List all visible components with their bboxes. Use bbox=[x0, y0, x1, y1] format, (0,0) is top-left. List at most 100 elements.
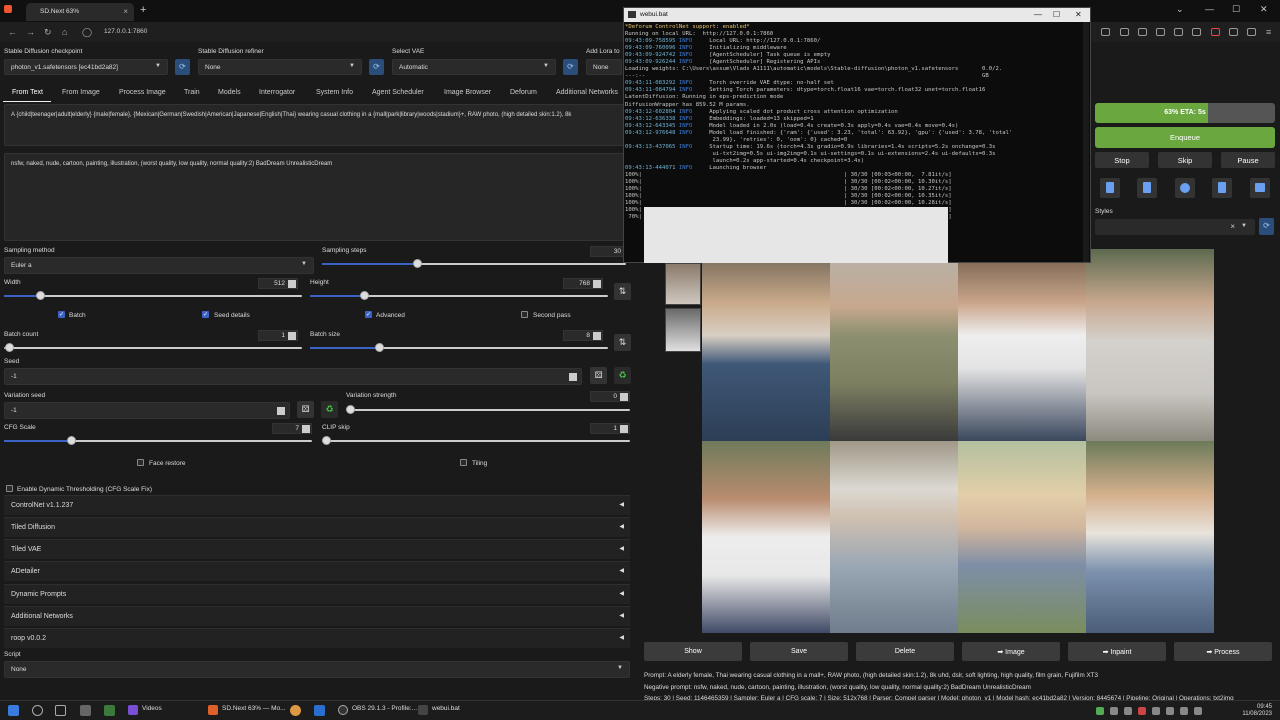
stepper-icon[interactable] bbox=[288, 280, 296, 288]
tab-system-info[interactable]: System Info bbox=[316, 89, 353, 101]
gallery-image[interactable] bbox=[702, 249, 830, 441]
gallery-image[interactable] bbox=[958, 249, 1086, 441]
height-input[interactable]: 768 bbox=[563, 278, 603, 289]
refiner-select[interactable]: None ▼ bbox=[198, 59, 362, 75]
extension-icon[interactable] bbox=[1101, 28, 1110, 36]
console-window[interactable]: webui.bat — ☐ ✕ *Deforum ControlNet supp… bbox=[623, 7, 1091, 263]
app-icon[interactable] bbox=[104, 705, 115, 716]
height-slider[interactable] bbox=[310, 295, 608, 297]
send-to-image-button[interactable]: ➡ Image bbox=[962, 642, 1060, 661]
seed-input[interactable]: -1 bbox=[4, 368, 582, 385]
refresh-icon[interactable]: ⟳ bbox=[175, 59, 190, 75]
prompt-input[interactable]: A {child|teenager|adult|elderly} {male|f… bbox=[4, 104, 624, 146]
accordion-adetailer[interactable]: ADetailer ◀ bbox=[4, 561, 630, 581]
new-tab-icon[interactable]: + bbox=[140, 4, 146, 16]
seed-details-checkbox[interactable]: ✓ bbox=[202, 311, 209, 318]
second-pass-checkbox[interactable] bbox=[521, 311, 528, 318]
network-button[interactable] bbox=[1175, 178, 1195, 198]
tray-icon[interactable] bbox=[1166, 707, 1174, 715]
taskbar-item-webui[interactable]: webui.bat bbox=[418, 705, 460, 717]
gallery-image[interactable] bbox=[1086, 441, 1214, 633]
stepper-icon[interactable] bbox=[593, 280, 601, 288]
browser-tab[interactable]: SD.Next 63% × bbox=[26, 3, 134, 21]
extension-icon[interactable] bbox=[1211, 28, 1220, 36]
sampling-method-select[interactable]: Euler a ▼ bbox=[4, 257, 314, 274]
skip-button[interactable]: Skip bbox=[1158, 152, 1212, 168]
dynamic-thresholding-checkbox[interactable] bbox=[6, 485, 13, 492]
stepper-icon[interactable] bbox=[569, 373, 577, 381]
stepper-icon[interactable] bbox=[620, 393, 628, 401]
tab-interrogator[interactable]: Interrogator bbox=[259, 89, 295, 101]
reuse-variation-seed-icon[interactable]: ♻ bbox=[321, 401, 338, 418]
menu-icon[interactable]: ≡ bbox=[1266, 27, 1271, 37]
reuse-seed-icon[interactable]: ♻ bbox=[614, 367, 631, 384]
tray-icon[interactable] bbox=[1152, 707, 1160, 715]
batch-checkbox[interactable]: ✓ bbox=[58, 311, 65, 318]
extension-icon[interactable] bbox=[1174, 28, 1183, 36]
save-style-button[interactable] bbox=[1250, 178, 1270, 198]
gallery-image[interactable] bbox=[702, 441, 830, 633]
tab-from-text[interactable]: From Text bbox=[12, 89, 43, 101]
stepper-icon[interactable] bbox=[277, 407, 285, 415]
batch-count-thumb[interactable] bbox=[5, 343, 14, 352]
maximize-icon[interactable]: ☐ bbox=[1053, 10, 1060, 19]
extension-icon[interactable] bbox=[1192, 28, 1201, 36]
tab-train[interactable]: Train bbox=[184, 89, 200, 101]
batch-count-slider[interactable] bbox=[4, 347, 302, 349]
tiling-checkbox[interactable] bbox=[460, 459, 467, 466]
console-titlebar[interactable]: webui.bat bbox=[624, 8, 1090, 22]
close-icon[interactable]: ✕ bbox=[1075, 10, 1082, 19]
script-select[interactable]: None ▼ bbox=[4, 661, 630, 678]
face-restore-checkbox[interactable] bbox=[137, 459, 144, 466]
lora-select[interactable]: None bbox=[586, 59, 622, 75]
swap-batch-icon[interactable]: ⇅ bbox=[614, 334, 631, 351]
gallery-image[interactable] bbox=[830, 441, 958, 633]
sampling-steps-slider[interactable] bbox=[322, 263, 626, 265]
refresh-icon[interactable]: ⟳ bbox=[563, 59, 578, 75]
tab-process-image[interactable]: Process Image bbox=[119, 89, 166, 101]
send-to-process-button[interactable]: ➡ Process bbox=[1174, 642, 1272, 661]
swap-dimensions-icon[interactable]: ⇅ bbox=[614, 283, 631, 300]
tray-icon[interactable] bbox=[1138, 707, 1146, 715]
taskbar-item-videos[interactable]: Videos bbox=[128, 705, 162, 717]
stepper-icon[interactable] bbox=[288, 332, 296, 340]
checkpoint-select[interactable]: photon_v1.safetensors [ec41bd2a82] ▼ bbox=[4, 59, 168, 75]
width-input[interactable]: 512 bbox=[258, 278, 298, 289]
sampling-steps-thumb[interactable] bbox=[413, 259, 422, 268]
app-icon[interactable] bbox=[80, 705, 91, 716]
maximize-icon[interactable]: ☐ bbox=[1232, 4, 1240, 15]
batch-size-input[interactable]: 8 bbox=[563, 330, 603, 341]
cfg-thumb[interactable] bbox=[67, 436, 76, 445]
app-icon[interactable] bbox=[314, 705, 325, 716]
address-bar[interactable]: 127.0.0.1:7860 bbox=[104, 26, 604, 38]
send-to-inpaint-button[interactable]: ➡ Inpaint bbox=[1068, 642, 1166, 661]
extension-icon[interactable] bbox=[1247, 28, 1256, 36]
minimize-icon[interactable]: — bbox=[1034, 10, 1042, 19]
variation-strength-input[interactable]: 0 bbox=[590, 391, 630, 402]
stepper-icon[interactable] bbox=[593, 332, 601, 340]
browser-menu-icon[interactable] bbox=[4, 5, 12, 13]
delete-button[interactable]: Delete bbox=[856, 642, 954, 661]
refresh-icon[interactable]: ⟳ bbox=[369, 59, 384, 75]
forward-icon[interactable]: → bbox=[26, 27, 35, 37]
read-params-button[interactable] bbox=[1100, 178, 1120, 198]
vae-select[interactable]: Automatic ▼ bbox=[392, 59, 556, 75]
wifi-icon[interactable] bbox=[1180, 707, 1188, 715]
tab-agent-scheduler[interactable]: Agent Scheduler bbox=[372, 89, 424, 101]
clip-slider[interactable] bbox=[322, 440, 630, 442]
enqueue-button[interactable]: Enqueue bbox=[1095, 127, 1275, 148]
accordion-additional-networks[interactable]: Additional Networks ◀ bbox=[4, 606, 630, 626]
sidebar-icon[interactable] bbox=[1120, 28, 1129, 36]
taskbar-item-obs[interactable]: OBS 29.1.3 - Profile:... bbox=[338, 705, 417, 717]
gallery-image[interactable] bbox=[1086, 249, 1214, 441]
gallery-image[interactable] bbox=[958, 441, 1086, 633]
batch-size-thumb[interactable] bbox=[375, 343, 384, 352]
tab-deforum[interactable]: Deforum bbox=[510, 89, 537, 101]
stepper-icon[interactable] bbox=[302, 425, 310, 433]
gallery-thumbnail[interactable] bbox=[665, 308, 701, 352]
refresh-icon[interactable]: ⟳ bbox=[1259, 218, 1274, 235]
chrome-icon[interactable] bbox=[290, 705, 301, 716]
accordion-dynamic-prompts[interactable]: Dynamic Prompts ◀ bbox=[4, 584, 630, 604]
tab-models[interactable]: Models bbox=[218, 89, 241, 101]
cfg-input[interactable]: 7 bbox=[272, 423, 312, 434]
